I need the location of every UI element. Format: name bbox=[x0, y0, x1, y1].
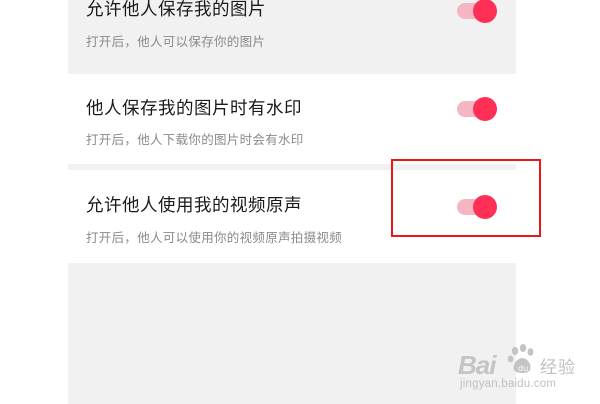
watermark-brand: Bai bbox=[458, 350, 496, 380]
setting-description: 打开后，他人可以保存你的图片 bbox=[86, 34, 266, 49]
empty-area bbox=[68, 263, 516, 404]
watermark-toggle[interactable] bbox=[457, 97, 497, 121]
settings-page: 允许他人保存我的图片 打开后，他人可以保存你的图片 他人保存我的图片时有水印 打… bbox=[0, 0, 600, 404]
setting-title: 允许他人使用我的视频原声 bbox=[86, 196, 302, 216]
setting-description: 打开后，他人可以使用你的视频原声拍摄视频 bbox=[86, 230, 343, 245]
baidu-jingyan-watermark: Bai du 经验 jingyan.baidu.com bbox=[458, 340, 588, 400]
setting-description: 打开后，他人下载你的图片时会有水印 bbox=[86, 132, 304, 147]
watermark-product: 经验 bbox=[540, 358, 576, 378]
toggle-knob bbox=[473, 0, 497, 23]
paw-icon: du bbox=[507, 344, 534, 373]
setting-title: 他人保存我的图片时有水印 bbox=[86, 99, 302, 119]
setting-row-allow-save-images[interactable]: 允许他人保存我的图片 打开后，他人可以保存你的图片 bbox=[68, 0, 516, 74]
toggle-knob bbox=[473, 97, 497, 121]
watermark-url: jingyan.baidu.com bbox=[460, 378, 557, 390]
svg-text:du: du bbox=[518, 364, 528, 373]
allow-save-images-toggle[interactable] bbox=[457, 0, 497, 23]
highlight-box bbox=[391, 159, 541, 237]
setting-title: 允许他人保存我的图片 bbox=[86, 0, 266, 20]
setting-row-watermark[interactable]: 他人保存我的图片时有水印 打开后，他人下载你的图片时会有水印 bbox=[68, 74, 516, 164]
